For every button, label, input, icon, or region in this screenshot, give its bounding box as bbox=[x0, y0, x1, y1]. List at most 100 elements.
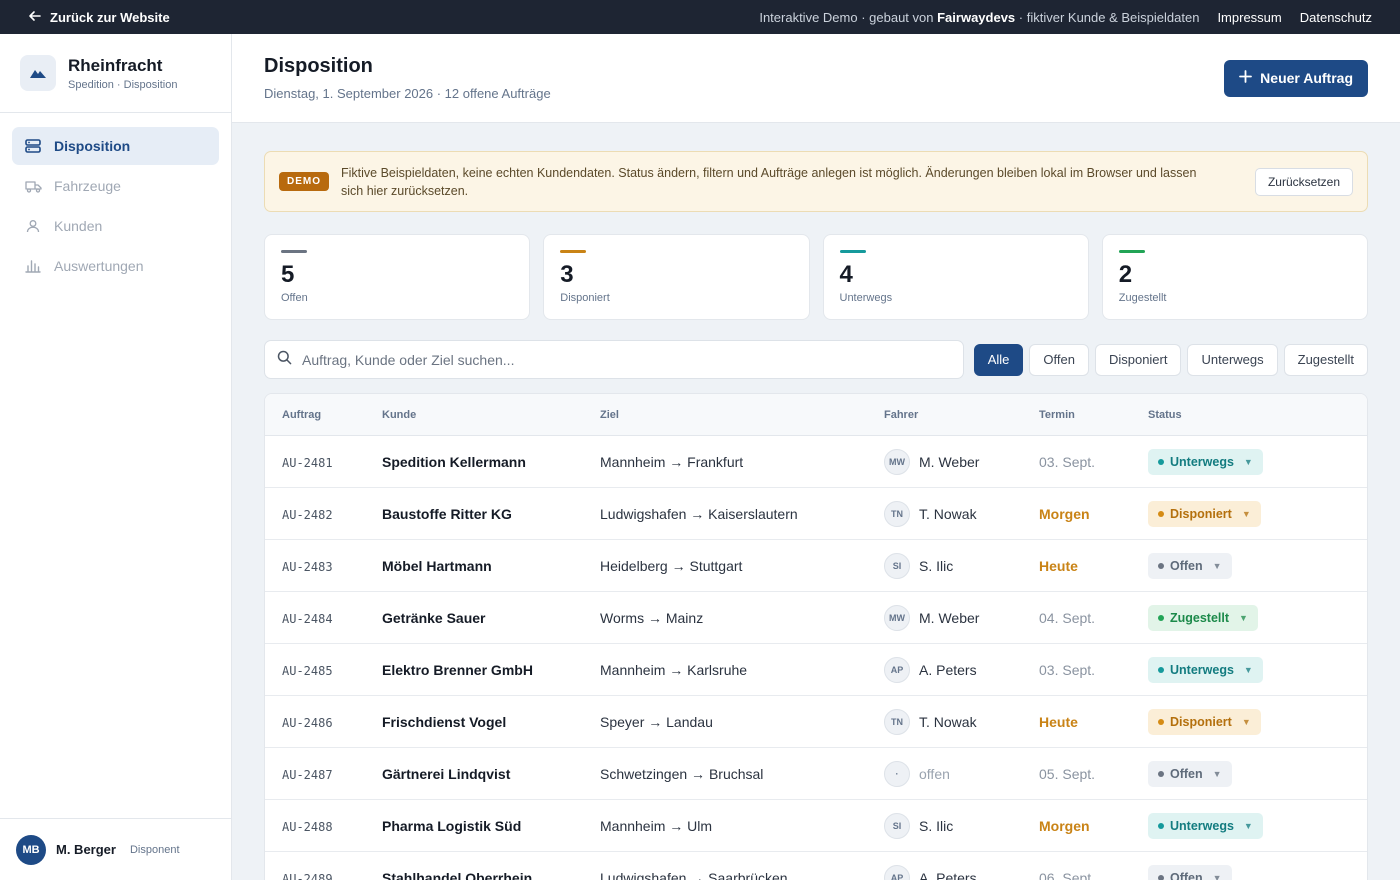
sidebar-item-kunden[interactable]: Kunden bbox=[12, 207, 219, 245]
route: Heidelberg → Stuttgart bbox=[600, 557, 743, 574]
chevron-down-icon: ▼ bbox=[1243, 456, 1253, 467]
route: Mannheim → Ulm bbox=[600, 817, 713, 834]
column-header-kunde[interactable]: Kunde bbox=[382, 409, 600, 421]
sidebar-item-label: Auswertungen bbox=[54, 258, 144, 274]
sidebar-item-auswertungen[interactable]: Auswertungen bbox=[12, 247, 219, 285]
demo-note: Interaktive Demo · gebaut von Fairwaydev… bbox=[759, 10, 1199, 25]
driver[interactable]: SI S. Ilic bbox=[884, 812, 1039, 839]
sidebar-item-fahrzeuge[interactable]: Fahrzeuge bbox=[12, 167, 219, 205]
status-badge[interactable]: Disponiert ▼ bbox=[1148, 708, 1261, 735]
table-row[interactable]: AU-2487 Gärtnerei Lindqvist Schwetzingen →… bbox=[265, 748, 1367, 800]
sidebar-nav: Disposition Fahrzeuge Kunden Auswertunge… bbox=[0, 113, 231, 301]
stats-row: 5 Offen 3 Disponiert 4 Unterwegs 2 Zuges… bbox=[264, 234, 1368, 320]
truck-icon bbox=[24, 177, 42, 195]
table-row[interactable]: AU-2484 Getränke Sauer Worms → Mainz MW M. W… bbox=[265, 592, 1367, 644]
status-badge[interactable]: Offen ▼ bbox=[1148, 864, 1232, 880]
column-header-auftrag[interactable]: Auftrag bbox=[265, 409, 382, 421]
status-badge[interactable]: Offen ▼ bbox=[1148, 760, 1232, 787]
main-content: DEMO Fiktive Beispieldaten, keine echten… bbox=[264, 151, 1368, 880]
driver-name: M. Weber bbox=[919, 453, 980, 470]
stat-accent bbox=[560, 250, 587, 253]
stat-card-unterwegs: 4 Unterwegs bbox=[822, 234, 1089, 320]
table-row[interactable]: AU-2488 Pharma Logistik Süd Mannheim → Ulm… bbox=[265, 800, 1367, 852]
driver-avatar: SI bbox=[884, 552, 910, 579]
table-header: Auftrag Kunde Ziel Fahrer Termin Status bbox=[265, 394, 1367, 436]
column-header-status[interactable]: Status bbox=[1148, 409, 1367, 421]
driver-avatar: MW bbox=[884, 448, 910, 475]
order-id: AU-2486 bbox=[282, 715, 333, 730]
datenschutz-link[interactable]: Datenschutz bbox=[1300, 10, 1372, 25]
search-box[interactable] bbox=[264, 340, 964, 379]
customer-name: Möbel Hartmann bbox=[382, 557, 492, 574]
order-id: AU-2488 bbox=[282, 819, 333, 834]
brand[interactable]: Rheinfracht Spedition · Disposition bbox=[0, 34, 231, 113]
driver[interactable]: TN T. Nowak bbox=[884, 708, 1039, 735]
chevron-down-icon: ▼ bbox=[1212, 768, 1222, 779]
status-badge[interactable]: Disponiert ▼ bbox=[1148, 500, 1261, 527]
filter-unterwegs[interactable]: Unterwegs bbox=[1187, 343, 1278, 376]
filter-alle[interactable]: Alle bbox=[973, 343, 1024, 376]
status-badge[interactable]: Zugestellt ▼ bbox=[1148, 604, 1258, 631]
table-row[interactable]: AU-2485 Elektro Brenner GmbH Mannheim → Ka… bbox=[265, 644, 1367, 696]
back-label: Zurück zur Website bbox=[50, 9, 170, 25]
status-label: Zugestellt bbox=[1170, 610, 1230, 625]
order-id: AU-2485 bbox=[282, 663, 333, 678]
back-to-website-link[interactable]: Zurück zur Website bbox=[28, 9, 170, 26]
order-id: AU-2482 bbox=[282, 507, 333, 522]
stat-value: 5 bbox=[281, 261, 295, 288]
demo-tag: DEMO bbox=[279, 172, 329, 191]
table-row[interactable]: AU-2481 Spedition Kellermann Mannheim → Fr… bbox=[265, 436, 1367, 488]
column-header-termin[interactable]: Termin bbox=[1039, 409, 1148, 421]
due-date: 05. Sept. bbox=[1039, 765, 1096, 782]
customer-name: Pharma Logistik Süd bbox=[382, 817, 522, 834]
due-date: 06. Sept. bbox=[1039, 869, 1096, 880]
new-order-button[interactable]: Neuer Auftrag bbox=[1224, 59, 1368, 97]
filter-disponiert[interactable]: Disponiert bbox=[1094, 343, 1182, 376]
sidebar-item-disposition[interactable]: Disposition bbox=[12, 127, 219, 165]
stat-card-offen: 5 Offen bbox=[264, 234, 531, 320]
driver[interactable]: AP A. Peters bbox=[884, 864, 1039, 880]
driver[interactable]: SI S. Ilic bbox=[884, 552, 1039, 579]
status-label: Unterwegs bbox=[1170, 662, 1234, 677]
driver-avatar: AP bbox=[884, 864, 910, 880]
impressum-link[interactable]: Impressum bbox=[1217, 10, 1281, 25]
driver-name: M. Weber bbox=[919, 609, 980, 626]
driver[interactable]: AP A. Peters bbox=[884, 656, 1039, 683]
search-input[interactable] bbox=[302, 351, 942, 368]
stat-value: 2 bbox=[1118, 261, 1133, 288]
status-badge[interactable]: Unterwegs ▼ bbox=[1148, 812, 1263, 839]
page-subtitle: Dienstag, 1. September 2026 · 12 offene … bbox=[264, 86, 551, 101]
driver[interactable]: MW M. Weber bbox=[884, 448, 1039, 475]
brand-name: Rheinfracht bbox=[68, 55, 163, 75]
status-dot-icon bbox=[1158, 718, 1164, 725]
table-row[interactable]: AU-2489 Stahlhandel Oberrhein Ludwigshafen… bbox=[265, 852, 1367, 880]
list-icon bbox=[24, 137, 42, 155]
driver[interactable]: · offen bbox=[884, 760, 1039, 787]
status-badge[interactable]: Unterwegs ▼ bbox=[1148, 656, 1263, 683]
current-user[interactable]: MB M. Berger Disponent bbox=[0, 818, 231, 880]
status-badge[interactable]: Unterwegs ▼ bbox=[1148, 448, 1263, 475]
status-dot-icon bbox=[1158, 458, 1164, 465]
filter-offen[interactable]: Offen bbox=[1029, 343, 1089, 376]
user-role: Disponent bbox=[129, 843, 180, 856]
chevron-down-icon: ▼ bbox=[1241, 508, 1251, 519]
demo-note-brand: Fairwaydevs bbox=[937, 9, 1016, 25]
table-row[interactable]: AU-2482 Baustoffe Ritter KG Ludwigshafen →… bbox=[265, 488, 1367, 540]
table-row[interactable]: AU-2486 Frischdienst Vogel Speyer → Landau… bbox=[265, 696, 1367, 748]
status-dot-icon bbox=[1158, 822, 1164, 829]
table-row[interactable]: AU-2483 Möbel Hartmann Heidelberg → Stuttg… bbox=[265, 540, 1367, 592]
driver[interactable]: TN T. Nowak bbox=[884, 500, 1039, 527]
column-header-ziel[interactable]: Ziel bbox=[600, 409, 884, 421]
sidebar-item-label: Kunden bbox=[54, 218, 103, 234]
demo-banner-text: Fiktive Beispieldaten, keine echten Kund… bbox=[341, 165, 1197, 198]
stat-value: 4 bbox=[839, 261, 853, 288]
driver-avatar: · bbox=[884, 760, 910, 787]
column-header-fahrer[interactable]: Fahrer bbox=[884, 409, 1039, 421]
reset-button[interactable]: Zurücksetzen bbox=[1254, 167, 1353, 196]
driver[interactable]: MW M. Weber bbox=[884, 604, 1039, 631]
driver-name: S. Ilic bbox=[919, 557, 954, 574]
status-badge[interactable]: Offen ▼ bbox=[1148, 552, 1232, 579]
sidebar-item-label: Disposition bbox=[54, 138, 131, 154]
stat-label: Offen bbox=[281, 292, 308, 304]
filter-zugestellt[interactable]: Zugestellt bbox=[1283, 343, 1368, 376]
